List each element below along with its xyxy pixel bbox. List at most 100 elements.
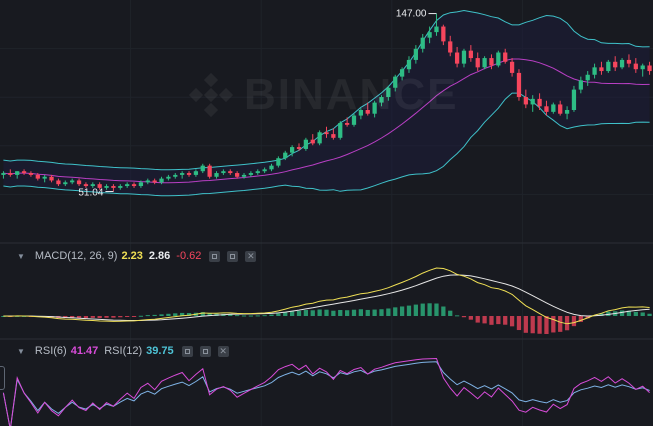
- eye-icon[interactable]: [181, 345, 193, 357]
- candle-body: [613, 61, 618, 68]
- candle-body: [606, 61, 611, 72]
- macd-histogram-bar: [131, 316, 137, 317]
- macd-histogram-bar: [537, 316, 542, 334]
- candle-body: [475, 58, 480, 68]
- macd-histogram-bar: [530, 316, 535, 334]
- candle-body: [303, 139, 309, 149]
- candle-body: [399, 69, 405, 77]
- candle-body: [585, 74, 590, 81]
- close-icon[interactable]: ✕: [217, 345, 229, 357]
- macd-label: MACD(12, 26, 9): [34, 250, 118, 262]
- candle-body: [386, 87, 391, 98]
- macd-histogram-bar: [516, 316, 522, 331]
- macd-histogram-bar: [125, 316, 130, 317]
- candle-body: [283, 152, 288, 159]
- candle-body: [530, 98, 535, 105]
- candle-body: [56, 180, 61, 185]
- macd-histogram-bar: [558, 316, 563, 332]
- candle-body: [441, 26, 446, 42]
- rsi6-value: 41.47: [70, 345, 99, 357]
- macd-histogram-bar: [317, 309, 322, 316]
- candle-body: [523, 97, 528, 105]
- settings-icon[interactable]: [199, 345, 211, 357]
- candle-body: [248, 173, 254, 175]
- collapse-caret-icon[interactable]: ▼: [17, 252, 25, 261]
- macd-histogram-bar: [454, 315, 460, 317]
- candle-body: [173, 174, 178, 177]
- macd-histogram-bar: [482, 316, 487, 324]
- candle-body: [420, 37, 425, 49]
- candle-body: [28, 173, 34, 175]
- candle-body: [551, 104, 556, 112]
- candle-body: [276, 158, 281, 166]
- candle-body: [592, 67, 597, 75]
- low-price-label: 51.04: [78, 188, 103, 199]
- macd-value: 2.23: [121, 250, 143, 262]
- macd-histogram-bar: [344, 310, 350, 316]
- candle-body: [496, 52, 501, 66]
- candle-body: [70, 180, 75, 183]
- candle-body: [571, 89, 577, 110]
- candle-body: [49, 176, 54, 181]
- candle-body: [372, 102, 377, 114]
- candle-body: [241, 174, 247, 177]
- side-drawer-handle[interactable]: [0, 366, 5, 390]
- macd-histogram-bar: [152, 314, 157, 316]
- macd-histogram-bar: [647, 313, 652, 316]
- candle-body: [269, 165, 274, 170]
- candle-body: [152, 180, 157, 183]
- macd-histogram-bar: [303, 310, 309, 316]
- settings-icon[interactable]: [227, 250, 239, 262]
- candle-body: [1, 173, 6, 175]
- macd-signal-value: 2.86: [148, 250, 171, 262]
- macd-histogram-bar: [269, 314, 274, 316]
- candle: [207, 163, 212, 179]
- macd-hist-value: -0.62: [176, 250, 202, 262]
- candle-body: [564, 110, 570, 114]
- macd-histogram-bar: [276, 313, 281, 316]
- candle-body: [578, 80, 583, 90]
- macd-histogram-bar: [406, 305, 412, 316]
- macd-histogram-bar: [427, 303, 432, 316]
- candle-body: [338, 122, 343, 138]
- candle-body: [503, 52, 508, 62]
- rsi6-label: RSI(6): [34, 345, 67, 357]
- candle-body: [125, 184, 130, 187]
- candle-body: [331, 134, 336, 138]
- macd-histogram-bar: [338, 309, 343, 316]
- candle-body: [200, 165, 205, 172]
- rsi-panel: [2, 357, 650, 426]
- macd-histogram-bar: [633, 311, 638, 316]
- macd-header: ▼ MACD(12, 26, 9) 2.23 2.86 -0.62 ✕: [0, 248, 263, 264]
- candle-body: [482, 58, 487, 68]
- macd-histogram-bar: [97, 316, 102, 318]
- macd-histogram-bar: [166, 313, 171, 316]
- candle: [571, 85, 577, 112]
- close-icon[interactable]: ✕: [245, 250, 257, 262]
- trading-chart[interactable]: 147.00 51.04: [0, 0, 653, 426]
- macd-histogram-bar: [448, 310, 453, 316]
- macd-histogram-bar: [393, 307, 398, 316]
- candle-body: [537, 98, 542, 107]
- macd-histogram-bar: [83, 316, 89, 319]
- candle-body: [516, 72, 522, 98]
- candle-body: [42, 176, 47, 179]
- macd-histogram-bar: [441, 306, 446, 316]
- candle-body: [35, 174, 40, 179]
- bollinger-fill: [3, 10, 650, 196]
- candle-body: [454, 52, 460, 64]
- candle-body: [111, 186, 116, 188]
- macd-histogram-bar: [461, 316, 467, 318]
- macd-histogram-bar: [145, 315, 150, 317]
- macd-histogram-bar: [351, 309, 357, 316]
- candle-body: [138, 182, 144, 187]
- candle-body: [317, 132, 322, 144]
- candle: [303, 137, 309, 151]
- high-price-label: 147.00: [396, 9, 427, 20]
- macd-histogram-bar: [489, 316, 494, 325]
- macd-histogram-bar: [468, 316, 473, 320]
- eye-icon[interactable]: [209, 250, 221, 262]
- macd-histogram-bar: [283, 312, 288, 316]
- collapse-caret-icon[interactable]: ▼: [17, 347, 25, 356]
- candle-body: [393, 76, 398, 88]
